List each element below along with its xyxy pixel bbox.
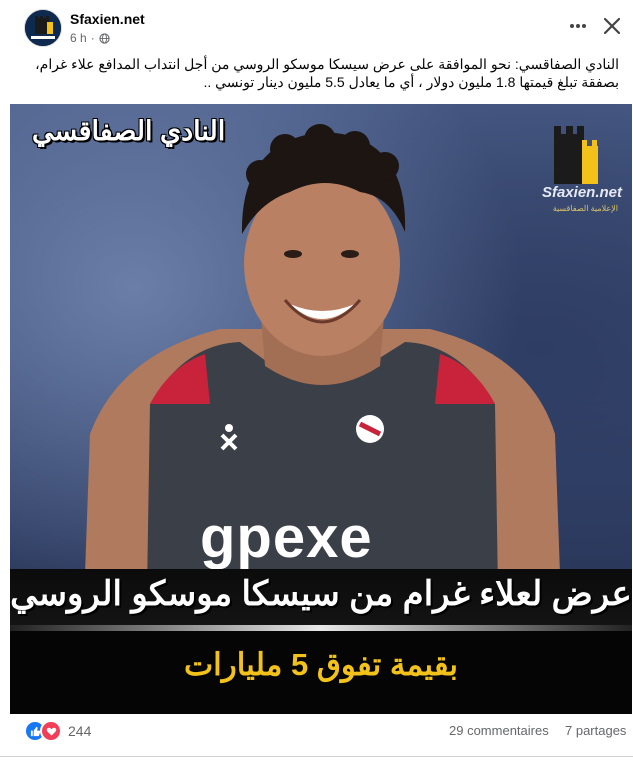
post-caption: النادي الصفاقسي: نحو الموافقة على عرض سي… bbox=[35, 56, 619, 90]
post-time[interactable]: 6 h bbox=[70, 31, 87, 45]
meta-separator: · bbox=[90, 31, 95, 45]
sfaxien-logo-icon bbox=[25, 10, 61, 46]
post-meta: 6 h · bbox=[70, 31, 110, 45]
headline-text: عرض لعلاء غرام من سيسكا موسكو الروسي bbox=[10, 575, 632, 613]
shirt-sponsor: gpexe bbox=[200, 505, 373, 570]
page-name-link[interactable]: Sfaxien.net bbox=[70, 11, 145, 27]
reactions-summary[interactable]: 244 bbox=[24, 720, 91, 742]
subline-text: بقيمة تفوق 5 مليارات bbox=[183, 647, 459, 682]
comments-link[interactable]: 29 commentaires bbox=[449, 723, 549, 738]
reaction-count: 244 bbox=[68, 723, 92, 739]
close-icon bbox=[603, 17, 621, 35]
shares-link[interactable]: 7 partages bbox=[565, 723, 626, 738]
post-card: Sfaxien.net 6 h · النادي الصفاقسي: نحو ا… bbox=[0, 0, 633, 761]
club-title: النادي الصفاقسي bbox=[32, 116, 226, 146]
logo-subtitle: الإعلامية الصفاقسية bbox=[552, 204, 618, 213]
globe-icon bbox=[99, 32, 110, 44]
close-button[interactable] bbox=[600, 14, 624, 38]
love-icon bbox=[40, 720, 62, 742]
more-options-button[interactable] bbox=[566, 16, 590, 38]
page-avatar[interactable] bbox=[24, 9, 62, 47]
more-icon bbox=[570, 24, 586, 28]
footer-divider bbox=[0, 756, 633, 757]
logo-text: Sfaxien.net bbox=[541, 184, 622, 201]
post-image[interactable]: النادي الصفاقسي Sfaxien.net الإعلامية ال… bbox=[10, 104, 632, 714]
